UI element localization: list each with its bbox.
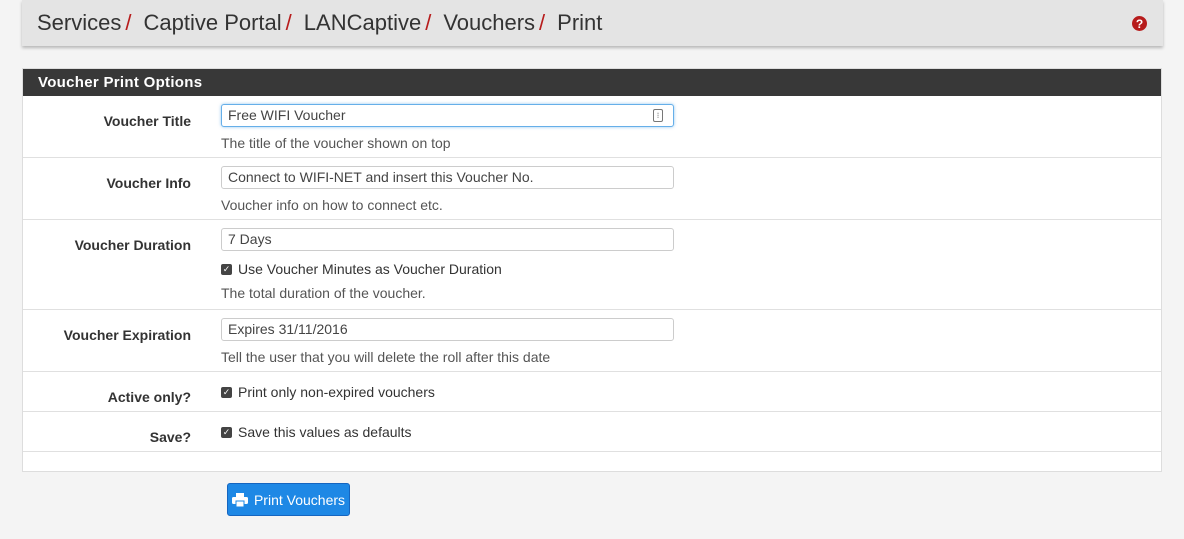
voucher-expiration-help: Tell the user that you will delete the r… <box>221 349 551 365</box>
voucher-expiration-input[interactable]: Expires 31/11/2016 <box>221 318 674 341</box>
row-voucher-title: Voucher Title Free WIFI Voucher ⁝ The ti… <box>23 96 1161 158</box>
active-only-checkbox-row: ✓ Print only non-expired vouchers <box>221 384 435 400</box>
voucher-title-help: The title of the voucher shown on top <box>221 135 451 151</box>
save-checkbox-label: Save this values as defaults <box>238 424 412 440</box>
breadcrumb-captive-portal[interactable]: Captive Portal <box>143 10 281 36</box>
row-voucher-duration: Voucher Duration 7 Days ✓ Use Voucher Mi… <box>23 220 1161 310</box>
breadcrumb-vouchers[interactable]: Vouchers <box>443 10 535 36</box>
keyboard-icon: ⁝ <box>653 109 663 122</box>
use-minutes-checkbox-label: Use Voucher Minutes as Voucher Duration <box>238 261 502 277</box>
active-only-checkbox-label: Print only non-expired vouchers <box>238 384 435 400</box>
voucher-info-label: Voucher Info <box>106 175 191 191</box>
active-only-label: Active only? <box>107 389 191 405</box>
breadcrumb-separator: / <box>539 10 546 35</box>
row-save: Save? ✓ Save this values as defaults <box>23 412 1161 452</box>
breadcrumb-lancaptive[interactable]: LANCaptive <box>304 10 421 36</box>
breadcrumb-separator: / <box>285 10 292 35</box>
use-minutes-checkbox[interactable]: ✓ <box>221 263 232 275</box>
voucher-print-options-panel: Voucher Print Options Voucher Title Free… <box>22 68 1162 472</box>
breadcrumb-separator: / <box>425 10 432 35</box>
voucher-duration-label: Voucher Duration <box>74 237 191 253</box>
panel-title: Voucher Print Options <box>23 69 1161 96</box>
voucher-duration-help: The total duration of the voucher. <box>221 285 426 301</box>
voucher-title-label: Voucher Title <box>103 113 191 129</box>
save-checkbox-row: ✓ Save this values as defaults <box>221 424 412 440</box>
breadcrumb-services[interactable]: Services <box>37 10 121 36</box>
breadcrumb-print: Print <box>557 10 603 35</box>
print-vouchers-label: Print Vouchers <box>253 491 346 508</box>
voucher-info-help: Voucher info on how to connect etc. <box>221 197 443 213</box>
voucher-title-value: Free WIFI Voucher <box>228 107 346 123</box>
breadcrumb: Services / Captive Portal / LANCaptive /… <box>22 0 1163 46</box>
voucher-duration-input[interactable]: 7 Days <box>221 228 674 251</box>
breadcrumb-separator: / <box>125 10 132 35</box>
printer-icon <box>231 492 248 507</box>
help-icon[interactable]: ? <box>1132 16 1147 31</box>
print-vouchers-button[interactable]: Print Vouchers <box>227 483 350 516</box>
row-voucher-expiration: Voucher Expiration Expires 31/11/2016 Te… <box>23 310 1161 372</box>
voucher-info-input[interactable]: Connect to WIFI-NET and insert this Vouc… <box>221 166 674 189</box>
voucher-expiration-label: Voucher Expiration <box>63 327 191 343</box>
save-checkbox[interactable]: ✓ <box>221 426 232 438</box>
row-active-only: Active only? ✓ Print only non-expired vo… <box>23 372 1161 412</box>
use-minutes-checkbox-row: ✓ Use Voucher Minutes as Voucher Duratio… <box>221 261 674 277</box>
active-only-checkbox[interactable]: ✓ <box>221 386 232 398</box>
row-voucher-info: Voucher Info Connect to WIFI-NET and ins… <box>23 158 1161 220</box>
voucher-title-input[interactable]: Free WIFI Voucher ⁝ <box>221 104 674 127</box>
save-label: Save? <box>149 429 191 445</box>
